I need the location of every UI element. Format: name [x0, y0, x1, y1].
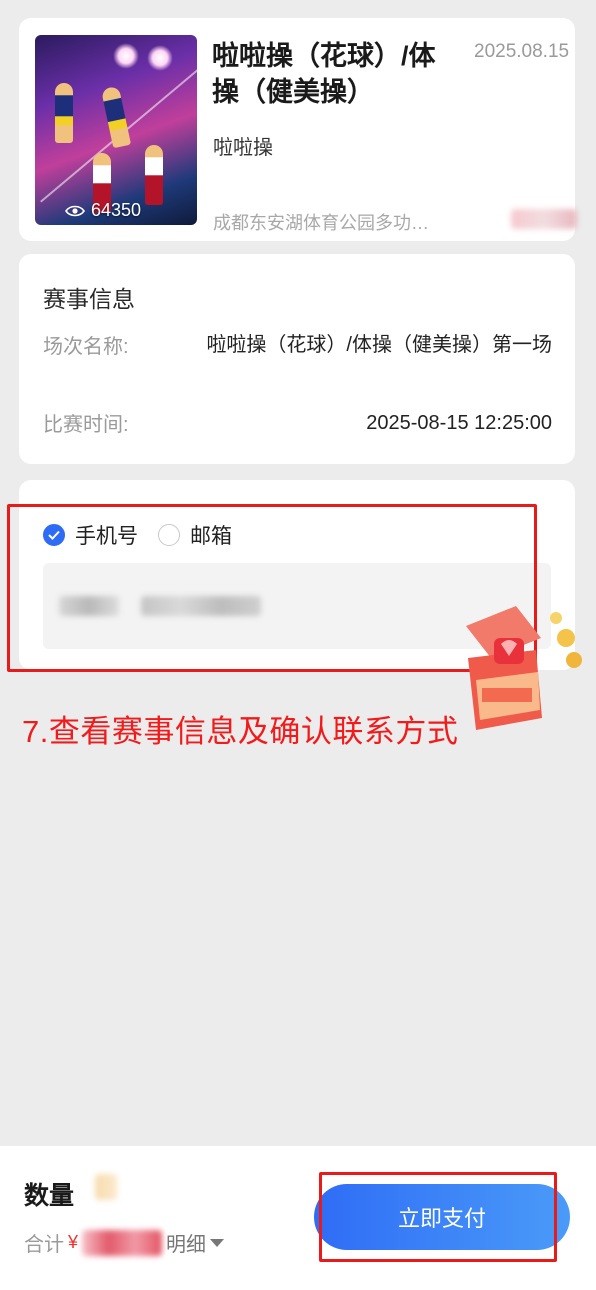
detail-toggle[interactable]: 明细	[166, 1228, 225, 1257]
contact-type-selector: 手机号 邮箱	[43, 520, 232, 550]
event-title: 啦啦操（花球）/体操（健美操）	[212, 41, 436, 107]
caret-down-icon	[210, 1238, 225, 1247]
currency-symbol: ¥	[68, 1232, 79, 1252]
event-thumbnail: 64350	[35, 35, 197, 225]
total-label: 合计	[24, 1234, 64, 1256]
radio-phone[interactable]: 手机号	[43, 520, 138, 550]
radio-email-label: 邮箱	[190, 525, 232, 548]
eye-icon	[65, 205, 85, 216]
session-label: 场次名称:	[43, 336, 129, 358]
radio-email[interactable]: 邮箱	[158, 520, 232, 550]
radio-circle-icon	[158, 524, 180, 546]
event-date: 2025.08.15	[474, 41, 570, 62]
total-row: 合计 ¥ 明细	[24, 1228, 225, 1257]
time-value: 2025-08-15 12:25:00	[366, 412, 552, 434]
event-category: 啦啦操	[213, 137, 273, 159]
session-value: 啦啦操（花球）/体操（健美操）第一场	[206, 334, 552, 356]
view-count: 64350	[65, 200, 141, 221]
quantity-label: 数量	[24, 1182, 75, 1210]
event-card[interactable]: 64350 啦啦操（花球）/体操（健美操） 2025.08.15 啦啦操 成都东…	[19, 18, 577, 241]
session-row: 场次名称: 啦啦操（花球）/体操（健美操）第一场	[43, 330, 552, 360]
event-venue: 成都东安湖体育公园多功…	[213, 213, 429, 233]
time-label: 比赛时间:	[43, 414, 129, 436]
gift-promo-icon[interactable]	[446, 598, 586, 748]
checkout-bar: 数量 合计 ¥ 明细 立即支付	[0, 1146, 596, 1290]
detail-label: 明细	[166, 1234, 207, 1256]
time-row: 比赛时间: 2025-08-15 12:25:00	[43, 408, 552, 438]
checkmark-icon	[43, 524, 65, 546]
pay-now-button[interactable]: 立即支付	[314, 1184, 570, 1250]
step-annotation: 7.查看赛事信息及确认联系方式	[22, 714, 459, 749]
view-count-value: 64350	[91, 200, 142, 220]
radio-phone-label: 手机号	[75, 525, 138, 548]
quantity-value	[95, 1174, 117, 1202]
blurred-info	[497, 204, 577, 234]
section-title: 赛事信息	[43, 286, 135, 312]
